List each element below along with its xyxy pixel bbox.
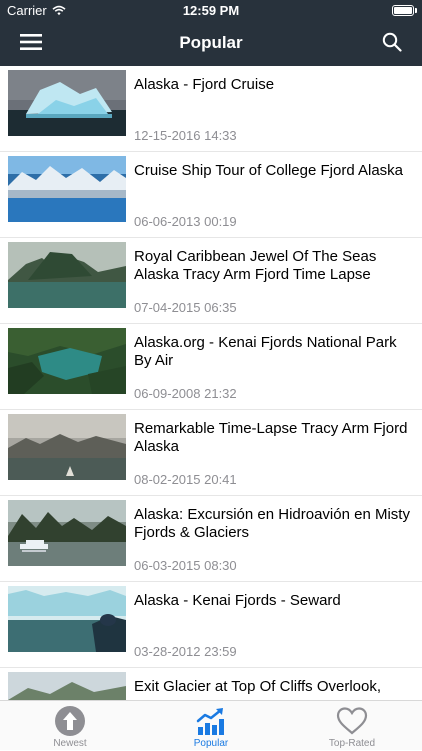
video-meta: Alaska - Kenai Fjords - Seward 03-28-201… bbox=[134, 592, 412, 661]
heart-icon bbox=[336, 707, 368, 735]
video-title: Alaska - Kenai Fjords - Seward bbox=[134, 592, 341, 609]
video-thumbnail bbox=[8, 672, 126, 700]
video-thumbnail bbox=[8, 500, 126, 566]
tab-top-rated-label: Top-Rated bbox=[328, 738, 376, 749]
video-row[interactable]: Remarkable Time-Lapse Tracy Arm Fjord Al… bbox=[0, 410, 422, 496]
video-meta: Royal Caribbean Jewel Of The Seas Alaska… bbox=[134, 248, 412, 317]
video-meta: Cruise Ship Tour of College Fjord Alaska… bbox=[134, 162, 412, 231]
navigation-bar: Carrier 12:59 PM Popular bbox=[0, 0, 422, 66]
video-thumbnail bbox=[8, 328, 126, 394]
video-title: Alaska: Excursión en Hidroavión en Misty… bbox=[134, 506, 410, 541]
tab-newest[interactable]: Newest bbox=[0, 705, 140, 751]
status-bar: Carrier 12:59 PM bbox=[0, 0, 422, 22]
video-date: 06-03-2015 08:30 bbox=[134, 558, 237, 573]
video-row[interactable]: Alaska - Fjord Cruise 12-15-2016 14:33 bbox=[0, 66, 422, 152]
video-date: 08-02-2015 20:41 bbox=[134, 472, 237, 487]
tab-popular[interactable]: Popular bbox=[141, 705, 281, 751]
video-title: Exit Glacier at Top Of Cliffs Overlook, bbox=[134, 678, 382, 695]
video-thumbnail bbox=[8, 242, 126, 308]
tab-top-rated[interactable]: Top-Rated bbox=[282, 705, 422, 751]
video-meta: Alaska: Excursión en Hidroavión en Misty… bbox=[134, 506, 412, 575]
tab-popular-label: Popular bbox=[193, 738, 229, 749]
video-date: 06-09-2008 21:32 bbox=[134, 386, 237, 401]
search-icon[interactable] bbox=[382, 32, 402, 52]
video-row[interactable]: Alaska: Excursión en Hidroavión en Misty… bbox=[0, 496, 422, 582]
tab-bar: Newest Popular Top-Rated bbox=[0, 700, 422, 750]
video-row[interactable]: Exit Glacier at Top Of Cliffs Overlook, bbox=[0, 668, 422, 700]
video-thumbnail bbox=[8, 156, 126, 222]
video-title: Remarkable Time-Lapse Tracy Arm Fjord Al… bbox=[134, 420, 408, 455]
video-date: 06-06-2013 00:19 bbox=[134, 214, 237, 229]
video-date: 12-15-2016 14:33 bbox=[134, 128, 237, 143]
video-meta: Alaska - Fjord Cruise 12-15-2016 14:33 bbox=[134, 76, 412, 145]
video-row[interactable]: Cruise Ship Tour of College Fjord Alaska… bbox=[0, 152, 422, 238]
battery-tip bbox=[415, 8, 417, 13]
video-title: Alaska.org - Kenai Fjords National Park … bbox=[134, 334, 397, 369]
upload-arrow-icon bbox=[55, 706, 85, 736]
video-row[interactable]: Alaska.org - Kenai Fjords National Park … bbox=[0, 324, 422, 410]
battery-icon bbox=[392, 5, 414, 16]
video-meta: Alaska.org - Kenai Fjords National Park … bbox=[134, 334, 412, 403]
video-row[interactable]: Alaska - Kenai Fjords - Seward 03-28-201… bbox=[0, 582, 422, 668]
video-meta: Remarkable Time-Lapse Tracy Arm Fjord Al… bbox=[134, 420, 412, 489]
video-title: Alaska - Fjord Cruise bbox=[134, 76, 275, 93]
video-title: Cruise Ship Tour of College Fjord Alaska bbox=[134, 162, 404, 179]
video-date: 03-28-2012 23:59 bbox=[134, 644, 237, 659]
video-row[interactable]: Royal Caribbean Jewel Of The Seas Alaska… bbox=[0, 238, 422, 324]
video-date: 07-04-2015 06:35 bbox=[134, 300, 237, 315]
clock: 12:59 PM bbox=[182, 3, 240, 18]
video-list: Alaska - Fjord Cruise 12-15-2016 14:33 C… bbox=[0, 66, 422, 700]
video-thumbnail bbox=[8, 70, 126, 136]
page-title: Popular bbox=[179, 33, 243, 52]
video-thumbnail bbox=[8, 414, 126, 480]
video-meta: Exit Glacier at Top Of Cliffs Overlook, bbox=[134, 678, 412, 700]
video-thumbnail bbox=[8, 586, 126, 652]
video-title: Royal Caribbean Jewel Of The Seas Alaska… bbox=[134, 248, 377, 283]
trending-chart-icon bbox=[196, 708, 224, 735]
tab-newest-label: Newest bbox=[53, 738, 87, 749]
